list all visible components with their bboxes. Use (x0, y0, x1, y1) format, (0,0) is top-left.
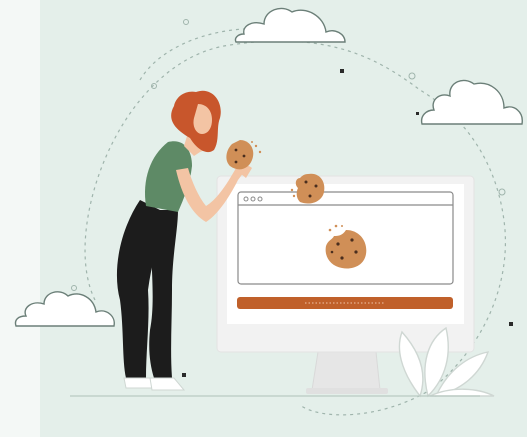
circle-icon (408, 72, 416, 80)
dot-icon (340, 69, 344, 73)
illustration-svg (0, 0, 523, 437)
cookie-icon (226, 140, 262, 170)
dot-icon (416, 112, 419, 115)
cookie-illustration-scene (0, 0, 527, 437)
circle-icon (183, 19, 189, 25)
circle-icon (71, 285, 77, 291)
dot-icon (509, 322, 513, 326)
cloud-right-icon (420, 79, 523, 125)
left-edge-panel (0, 0, 40, 437)
circle-icon (498, 188, 506, 196)
cloud-top-icon (234, 7, 346, 43)
dot-icon (182, 373, 186, 377)
